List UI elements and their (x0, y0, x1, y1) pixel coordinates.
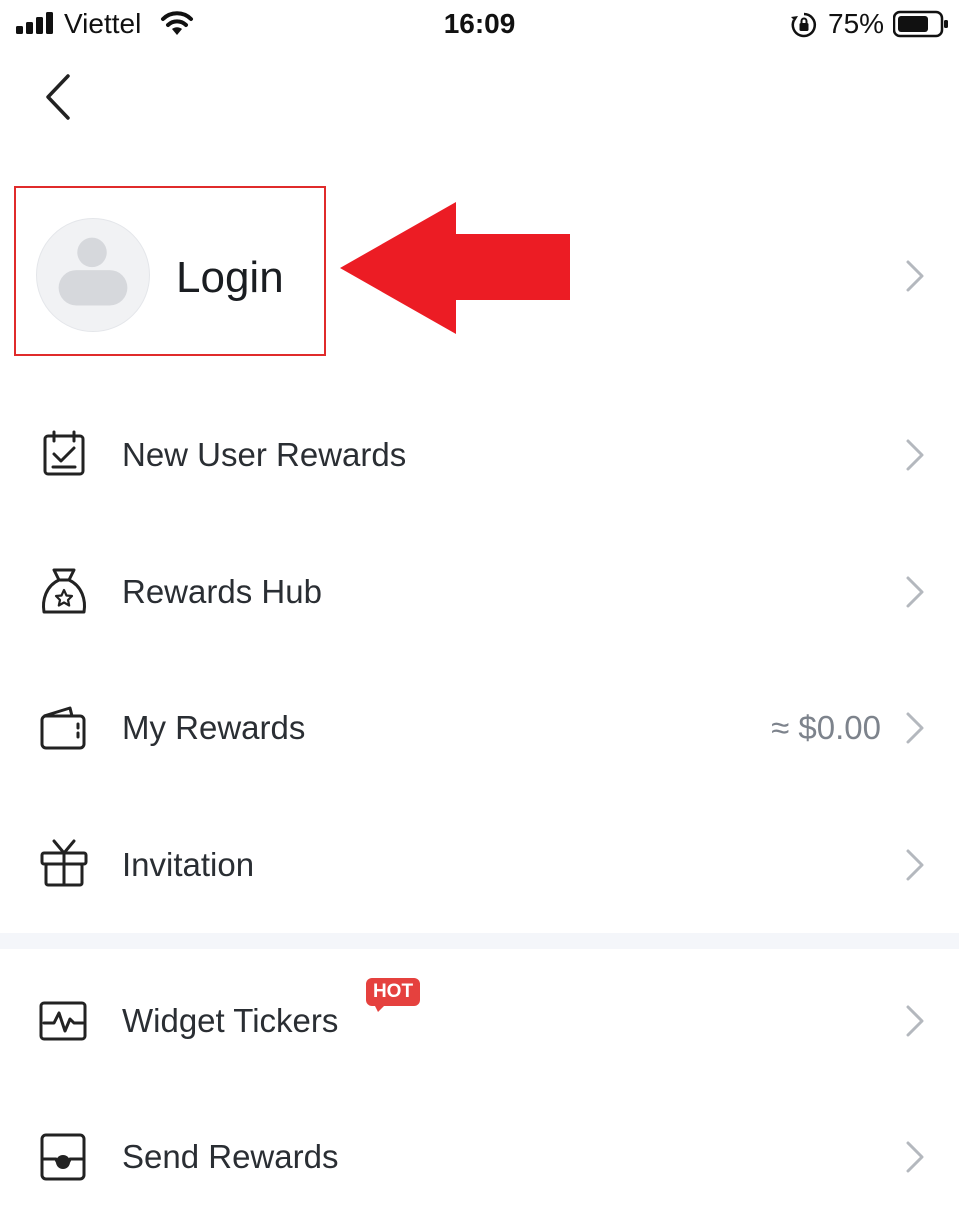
menu-item-my-rewards[interactable]: My Rewards ≈ $0.00 (0, 673, 959, 783)
battery-percentage: 75% (828, 8, 885, 39)
chevron-right-icon (906, 576, 924, 608)
menu-item-widget-tickers[interactable]: Widget Tickers (0, 966, 959, 1076)
rotation-lock-icon (791, 12, 817, 38)
red-arrow-annotation (340, 202, 570, 334)
gift-icon (40, 839, 88, 887)
calendar-check-icon (43, 430, 85, 476)
chevron-right-icon (906, 439, 924, 471)
login-highlight-box (14, 186, 326, 356)
chevron-right-icon (906, 1005, 924, 1037)
menu-item-label: Widget Tickers (122, 1002, 339, 1039)
battery-icon (893, 10, 948, 38)
menu-item-label: New User Rewards (122, 436, 407, 473)
rewards-balance: ≈ $0.00 (771, 709, 881, 746)
status-bar: Viettel 16:09 75% (0, 0, 959, 50)
back-chevron-icon[interactable] (36, 70, 86, 124)
login-chevron-icon (906, 260, 924, 292)
menu-item-label: My Rewards (122, 709, 306, 746)
chevron-right-icon (906, 849, 924, 881)
section-divider (0, 933, 959, 949)
hot-badge-label: HOT (372, 981, 414, 1002)
menu-item-label: Rewards Hub (122, 573, 322, 610)
menu-item-invitation[interactable]: Invitation (0, 810, 959, 920)
menu-item-rewards-hub[interactable]: Rewards Hub (0, 537, 959, 647)
menu-item-label: Send Rewards (122, 1138, 339, 1175)
chevron-right-icon (906, 1141, 924, 1173)
envelope-icon (40, 1133, 86, 1181)
menu-item-send-rewards[interactable]: Send Rewards (0, 1102, 959, 1212)
menu-item-new-user-rewards[interactable]: New User Rewards (0, 400, 959, 510)
pulse-chart-icon (39, 1001, 87, 1041)
chevron-right-icon (906, 712, 924, 744)
hot-badge: HOT (366, 978, 422, 1014)
wallet-icon (40, 706, 86, 750)
menu-item-label: Invitation (122, 846, 255, 883)
money-bag-star-icon (42, 568, 86, 614)
